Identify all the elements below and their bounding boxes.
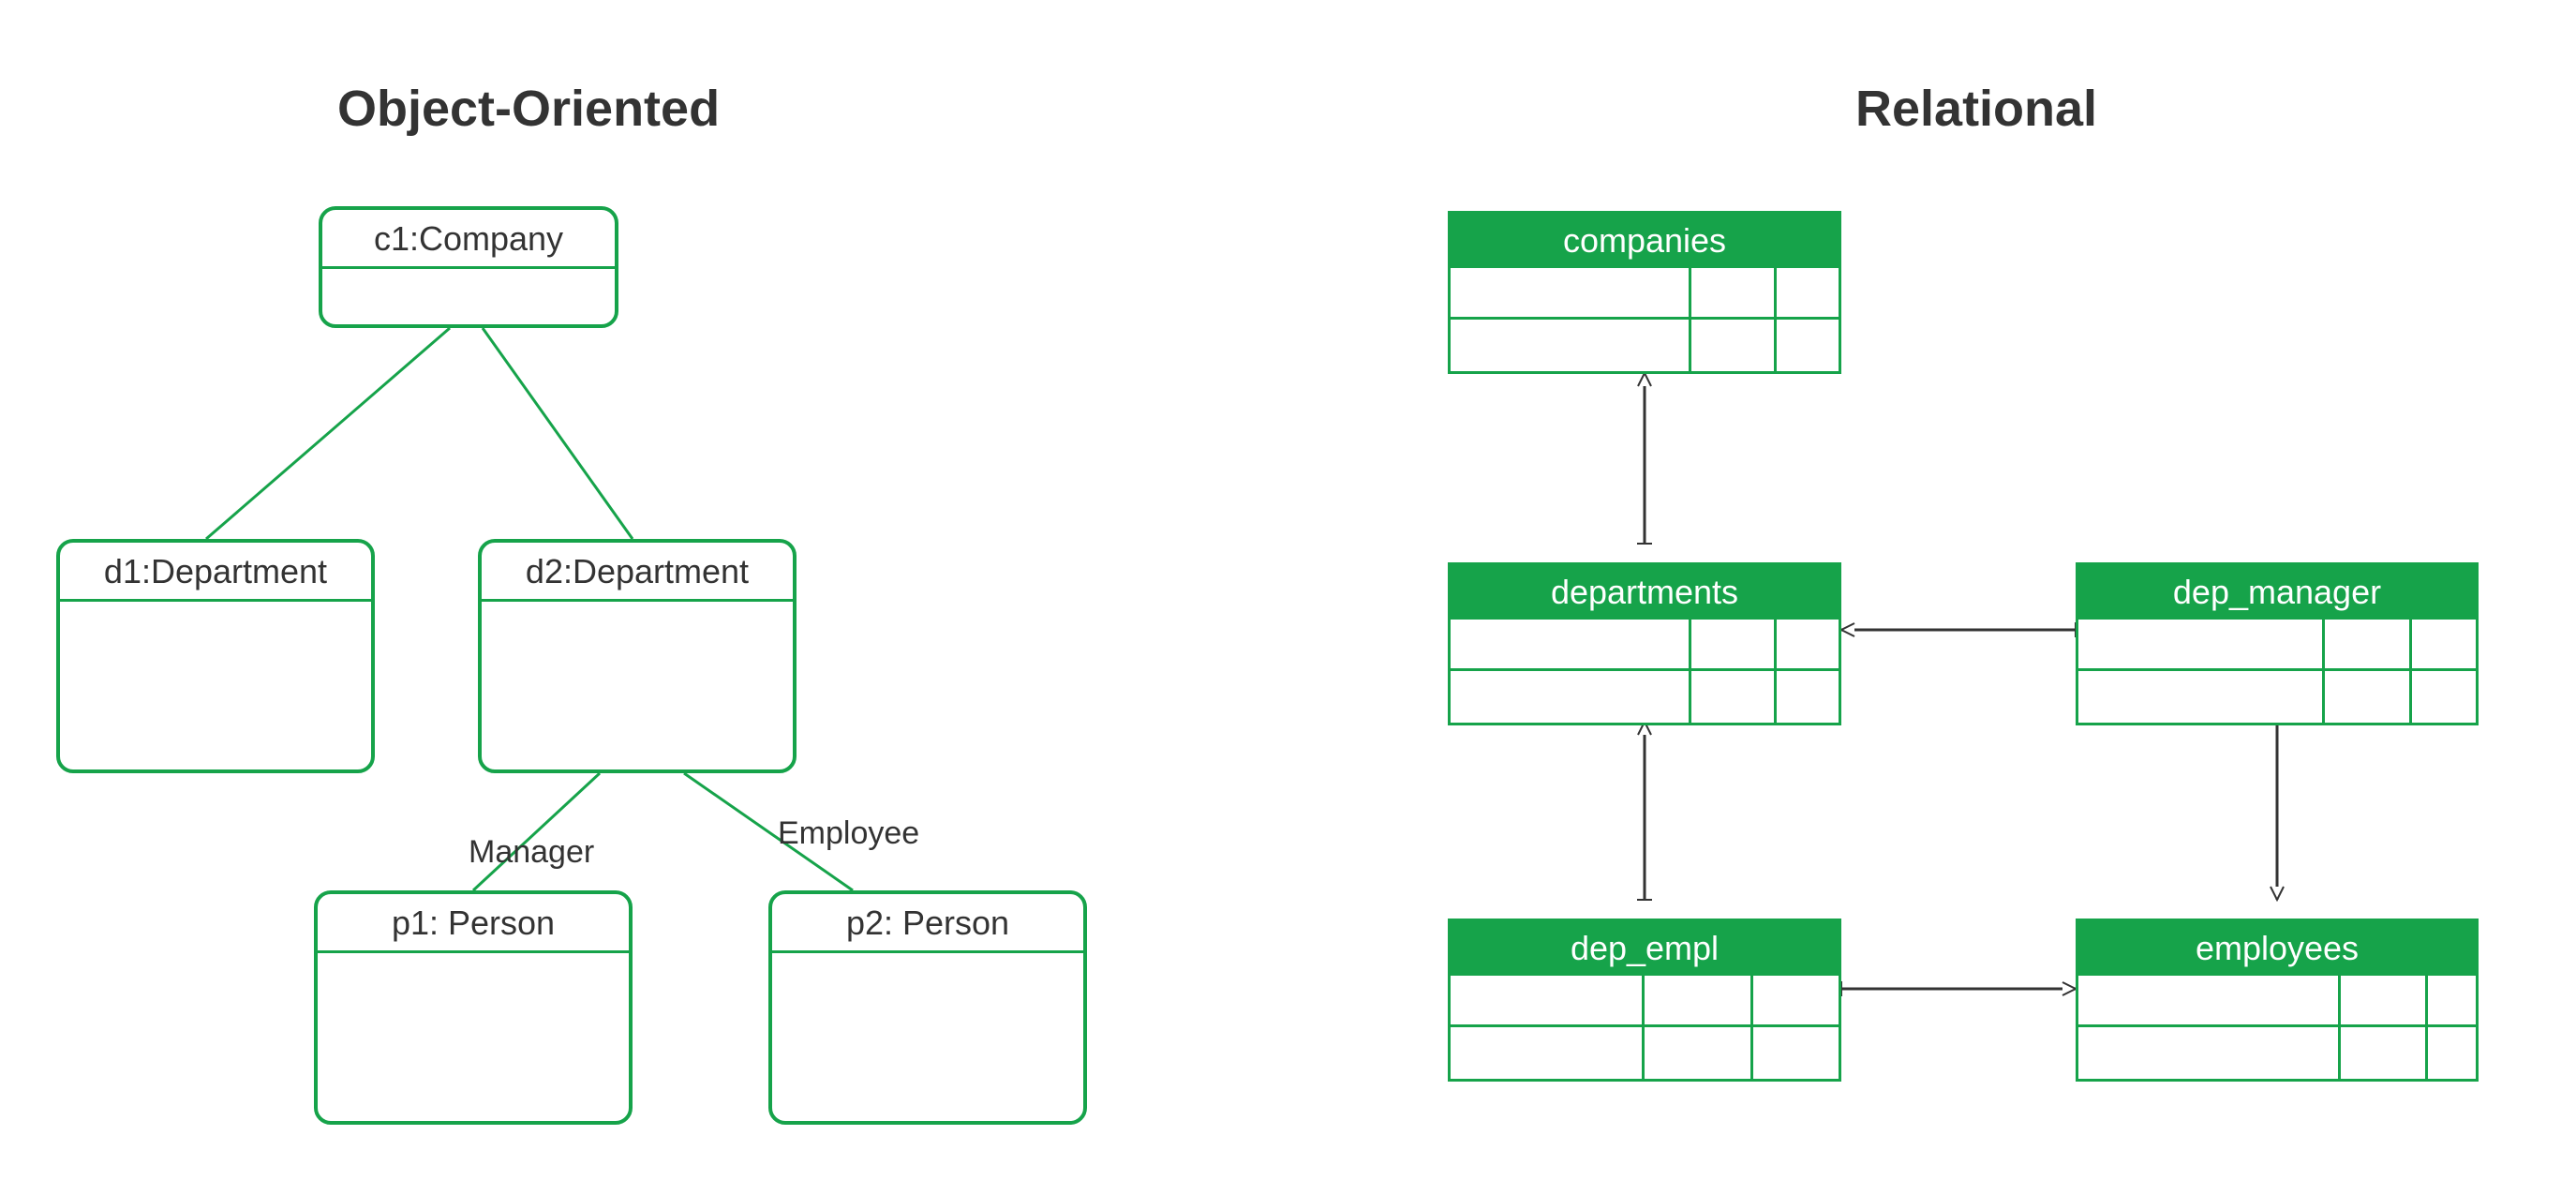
table-departments: departments [1448,562,1841,725]
object-department2-title: d2:Department [482,543,793,602]
table-companies-body [1451,268,1839,371]
edge-label-manager: Manager [469,834,594,871]
object-person2-title: p2: Person [772,894,1083,953]
table-dep-empl-header: dep_empl [1451,921,1839,976]
edge-label-employee: Employee [778,815,919,852]
table-employees-header: employees [2078,921,2476,976]
object-person1-title: p1: Person [318,894,629,953]
object-company: c1:Company [319,206,618,328]
object-person2: p2: Person [768,890,1087,1125]
table-employees: employees [2076,919,2479,1082]
table-companies: companies [1448,211,1841,374]
heading-object-oriented: Object-Oriented [337,80,720,138]
object-department2: d2:Department [478,539,797,773]
table-dep-manager-body [2078,620,2476,723]
object-department1-title: d1:Department [60,543,371,602]
table-dep-manager-header: dep_manager [2078,565,2476,620]
object-company-title: c1:Company [322,210,615,269]
table-companies-header: companies [1451,214,1839,268]
table-departments-body [1451,620,1839,723]
heading-relational: Relational [1855,80,2097,138]
table-dep-manager: dep_manager [2076,562,2479,725]
table-departments-header: departments [1451,565,1839,620]
object-department1: d1:Department [56,539,375,773]
table-dep-empl-body [1451,976,1839,1079]
table-dep-empl: dep_empl [1448,919,1841,1082]
object-person1: p1: Person [314,890,633,1125]
table-employees-body [2078,976,2476,1079]
